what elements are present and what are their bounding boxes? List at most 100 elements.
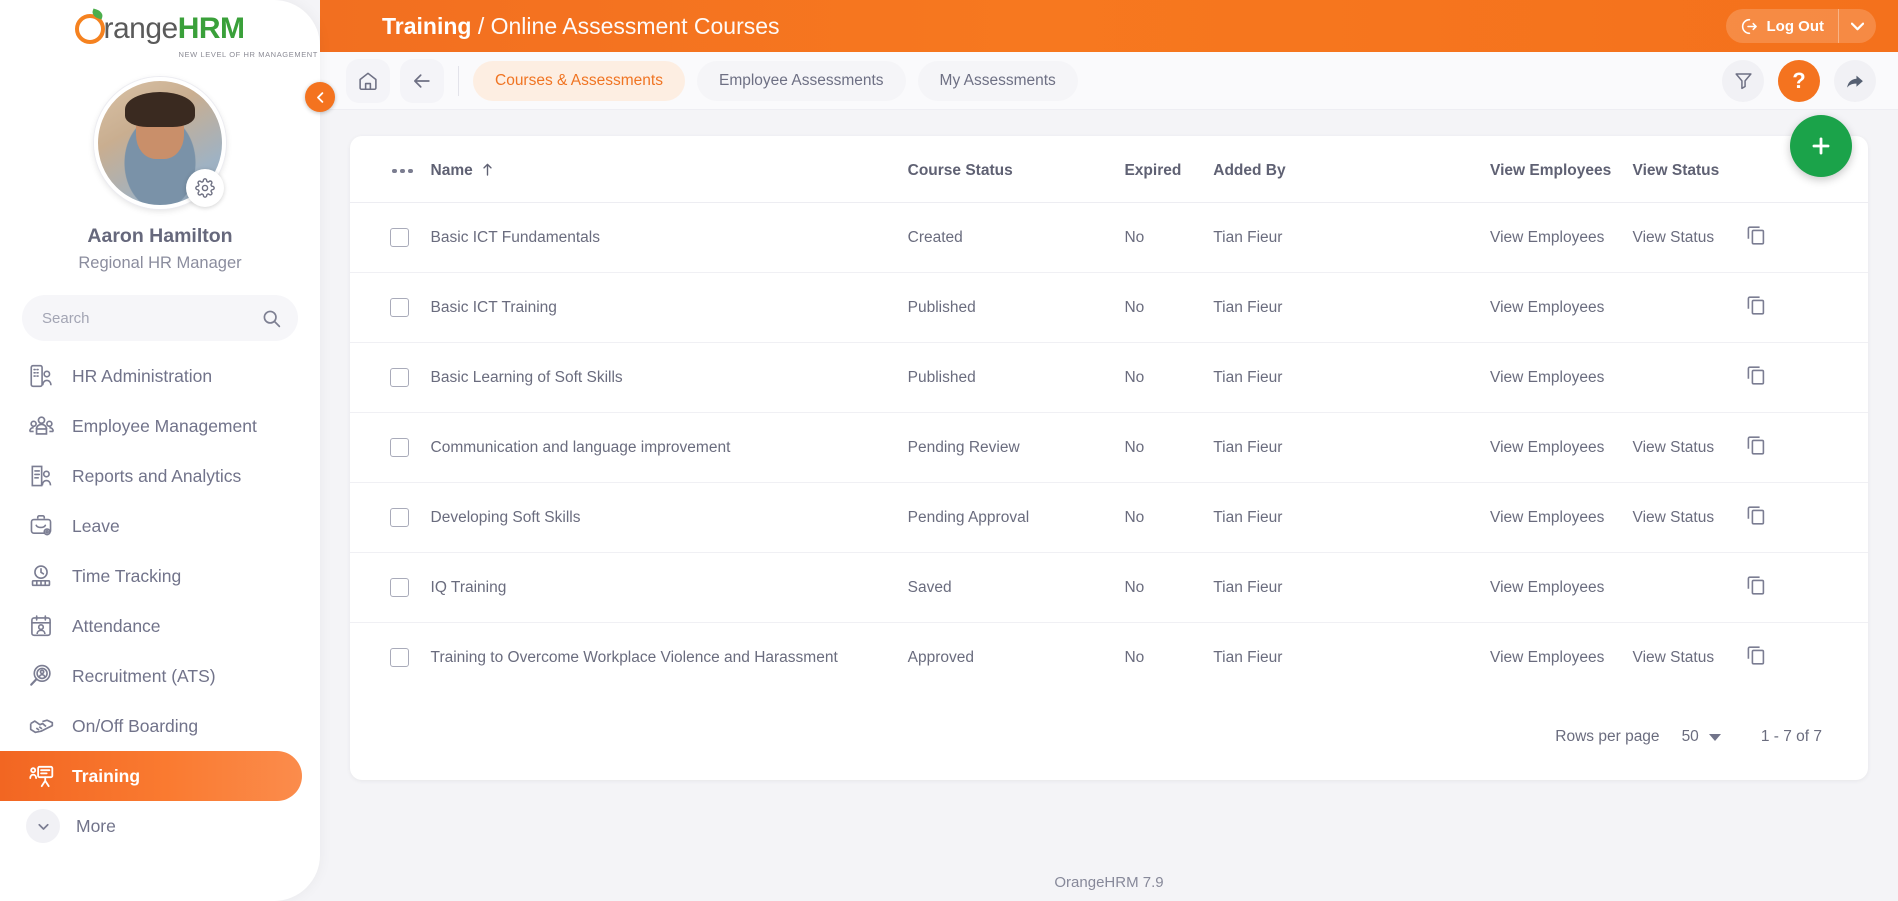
table-row[interactable]: Basic ICT Training Published No Tian Fie… xyxy=(350,272,1868,343)
cell-actions xyxy=(1744,552,1868,623)
cell-view-employees-link[interactable]: View Employees xyxy=(1490,412,1633,483)
cell-added-by: Tian Fieur xyxy=(1213,482,1491,553)
search-icon[interactable] xyxy=(261,308,282,329)
cell-course-status: Created xyxy=(907,202,1125,273)
copy-icon[interactable] xyxy=(1744,433,1768,457)
help-button[interactable]: ? xyxy=(1778,59,1820,102)
row-checkbox[interactable] xyxy=(390,228,409,247)
column-header-name[interactable]: Name xyxy=(431,136,908,203)
user-role: Regional HR Manager xyxy=(78,254,242,272)
sidebar-item-label: HR Administration xyxy=(72,365,213,386)
tab-employee-assessments[interactable]: Employee Assessments xyxy=(696,60,906,101)
row-checkbox[interactable] xyxy=(390,298,409,317)
cell-view-employees-link[interactable]: View Employees xyxy=(1490,482,1633,553)
cell-view-status-link[interactable]: View Status xyxy=(1632,482,1745,553)
row-checkbox[interactable] xyxy=(390,648,409,667)
cell-expired: No xyxy=(1124,622,1214,692)
back-button[interactable] xyxy=(400,58,444,103)
sidebar-item-label: More xyxy=(76,815,116,836)
row-checkbox[interactable] xyxy=(390,438,409,457)
sidebar-item-attendance[interactable]: Attendance xyxy=(0,601,302,651)
share-button[interactable] xyxy=(1834,59,1876,102)
more-options-icon[interactable] xyxy=(390,168,431,174)
sidebar-collapse-button[interactable] xyxy=(305,82,335,112)
sidebar-item-leave[interactable]: Leave xyxy=(0,501,302,551)
copy-icon[interactable] xyxy=(1744,223,1768,247)
pagination: Rows per page 50 1 - 7 of 7 xyxy=(350,692,1868,780)
cell-course-status: Saved xyxy=(907,552,1125,623)
filter-button[interactable] xyxy=(1722,59,1764,102)
copy-icon[interactable] xyxy=(1744,573,1768,597)
row-checkbox-cell xyxy=(350,482,431,553)
copy-icon[interactable] xyxy=(1744,363,1768,387)
cell-name: Basic ICT Fundamentals xyxy=(430,202,908,273)
row-checkbox[interactable] xyxy=(390,508,409,527)
add-course-button[interactable] xyxy=(1790,115,1852,177)
cell-view-employees-link[interactable]: View Employees xyxy=(1490,342,1633,413)
table-row[interactable]: Basic Learning of Soft Skills Published … xyxy=(350,342,1868,413)
sidebar-item-hr-administration[interactable]: HR Administration xyxy=(0,351,302,401)
copy-icon[interactable] xyxy=(1744,643,1768,667)
cell-name: Basic Learning of Soft Skills xyxy=(430,342,908,413)
sidebar-item-training[interactable]: Training xyxy=(0,751,302,801)
cell-view-status-link[interactable]: View Status xyxy=(1632,412,1745,483)
cell-view-employees-link[interactable]: View Employees xyxy=(1490,622,1633,692)
tab-label: My Assessments xyxy=(939,71,1056,89)
rows-per-page-value: 50 xyxy=(1681,728,1699,745)
cell-actions xyxy=(1744,342,1868,413)
table-row[interactable]: Developing Soft Skills Pending Approval … xyxy=(350,482,1868,553)
column-header-view-employees: View Employees xyxy=(1490,162,1612,179)
table-row[interactable]: Training to Overcome Workplace Violence … xyxy=(350,622,1868,692)
sidebar-item-label: Time Tracking xyxy=(72,565,182,586)
search-box[interactable] xyxy=(22,295,298,341)
cell-view-employees-link[interactable]: View Employees xyxy=(1490,552,1633,623)
row-checkbox[interactable] xyxy=(390,368,409,387)
cell-view-employees-link[interactable]: View Employees xyxy=(1490,272,1633,343)
brand-logo[interactable]: rangeHRM NEW LEVEL OF HR MANAGEMENT xyxy=(0,0,320,63)
toolbar: Courses & Assessments Employee Assessmen… xyxy=(320,52,1898,110)
logout-dropdown-toggle[interactable] xyxy=(1838,9,1876,43)
cell-course-status: Pending Review xyxy=(907,412,1125,483)
logout-button[interactable]: Log Out xyxy=(1725,9,1876,43)
table-options-header xyxy=(350,136,431,203)
cell-view-status-link[interactable]: View Status xyxy=(1632,202,1745,273)
sidebar-item-more[interactable]: More xyxy=(0,801,320,851)
cell-course-status: Published xyxy=(907,342,1125,413)
rows-per-page-select[interactable]: 50 xyxy=(1682,728,1721,746)
caret-down-icon xyxy=(1851,22,1864,30)
sidebar-item-on-off-boarding[interactable]: On/Off Boarding xyxy=(0,701,302,751)
table-row[interactable]: Communication and language improvement P… xyxy=(350,412,1868,483)
avatar-wrapper xyxy=(94,77,226,209)
cell-view-employees-link[interactable]: View Employees xyxy=(1490,202,1633,273)
home-button[interactable] xyxy=(346,58,390,103)
sidebar-item-reports-and-analytics[interactable]: Reports and Analytics xyxy=(0,451,302,501)
copy-icon[interactable] xyxy=(1744,293,1768,317)
row-checkbox[interactable] xyxy=(390,578,409,597)
copy-icon[interactable] xyxy=(1744,503,1768,527)
row-checkbox-cell xyxy=(350,272,431,343)
row-checkbox-cell xyxy=(350,412,431,483)
clock-bars-icon xyxy=(26,561,56,591)
cell-added-by: Tian Fieur xyxy=(1213,272,1491,343)
sidebar-item-employee-management[interactable]: Employee Management xyxy=(0,401,302,451)
tab-courses-and-assessments[interactable]: Courses & Assessments xyxy=(473,60,685,101)
cell-actions xyxy=(1744,202,1868,273)
cell-view-status-link[interactable]: View Status xyxy=(1632,622,1745,692)
table-row[interactable]: IQ Training Saved No Tian Fieur View Emp… xyxy=(350,552,1868,623)
gear-icon[interactable] xyxy=(186,169,224,207)
cell-actions xyxy=(1744,482,1868,553)
sidebar-item-time-tracking[interactable]: Time Tracking xyxy=(0,551,302,601)
cell-expired: No xyxy=(1124,482,1214,553)
row-checkbox-cell xyxy=(350,202,431,273)
brand-name-part2: HRM xyxy=(177,12,245,45)
sidebar-item-recruitment-ats[interactable]: Recruitment (ATS) xyxy=(0,651,302,701)
cell-course-status: Published xyxy=(907,272,1125,343)
search-input[interactable] xyxy=(42,309,261,327)
table-row[interactable]: Basic ICT Fundamentals Created No Tian F… xyxy=(350,202,1868,273)
tab-my-assessments[interactable]: My Assessments xyxy=(917,60,1078,101)
app-root: rangeHRM NEW LEVEL OF HR MANAGEMENT Aaro… xyxy=(0,0,1898,901)
content-area: Name Course Status Expired Added By View… xyxy=(320,110,1898,901)
orange-o-icon xyxy=(75,14,106,44)
main-area: Training / Online Assessment Courses Log… xyxy=(320,0,1898,901)
cell-view-status-link xyxy=(1632,342,1745,413)
